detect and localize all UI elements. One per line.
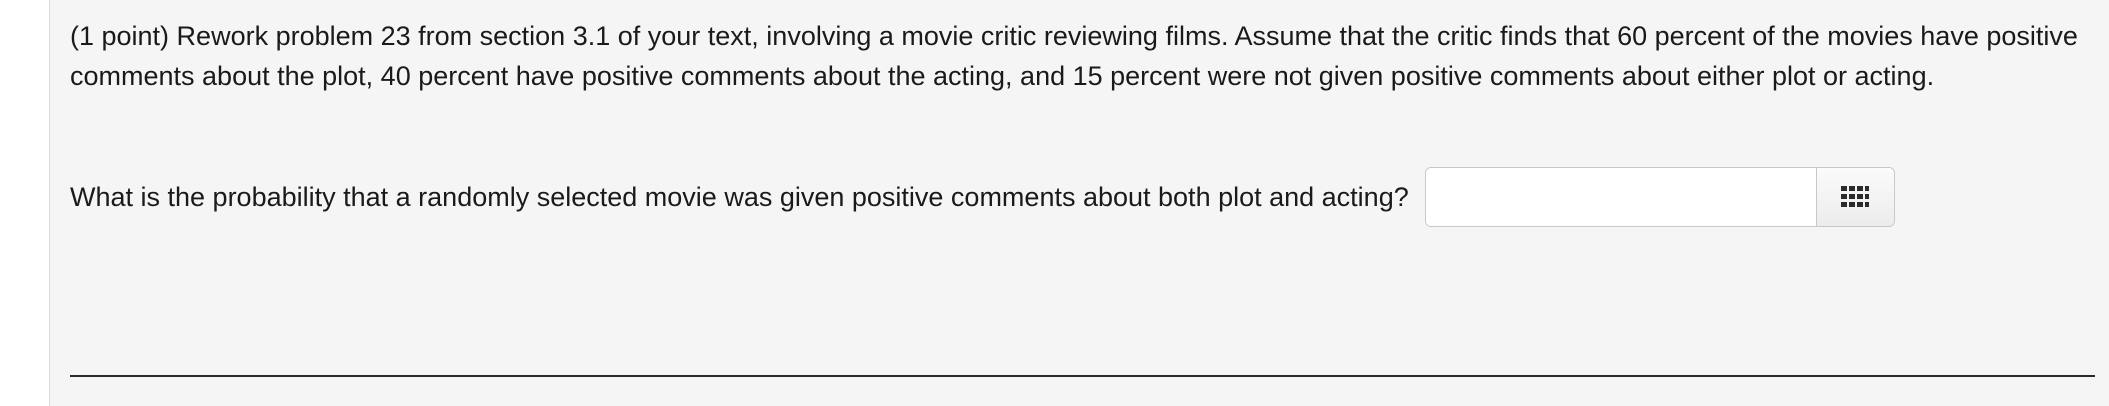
- question-row: What is the probability that a randomly …: [70, 167, 1895, 227]
- answer-input[interactable]: [1425, 168, 1816, 226]
- grid-keypad-icon: [1841, 186, 1870, 207]
- problem-panel: (1 point) Rework problem 23 from section…: [49, 0, 2109, 406]
- section-divider: [70, 375, 2095, 377]
- answer-group: [1424, 167, 1895, 227]
- problem-statement: (1 point) Rework problem 23 from section…: [70, 21, 2078, 91]
- equation-palette-button[interactable]: [1815, 168, 1894, 226]
- question-text: What is the probability that a randomly …: [70, 181, 1409, 212]
